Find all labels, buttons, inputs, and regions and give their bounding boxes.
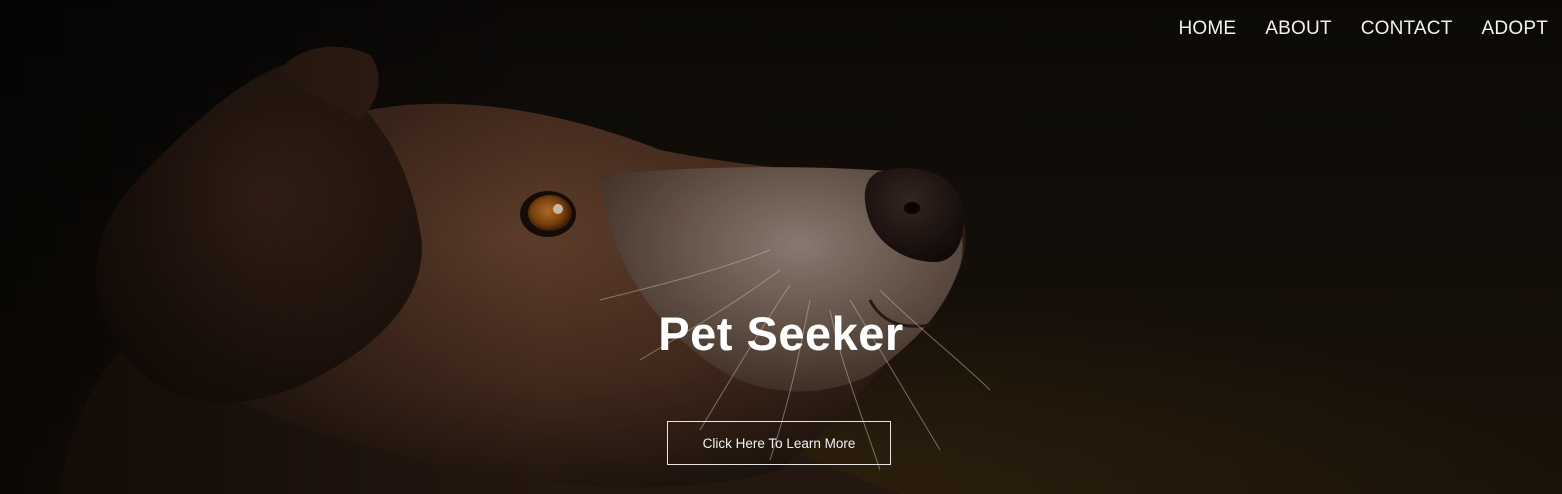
nav-item-about[interactable]: ABOUT [1265, 18, 1331, 40]
learn-more-label: Click Here To Learn More [702, 435, 856, 451]
nav-item-adopt[interactable]: ADOPT [1482, 18, 1548, 40]
hero-section: HOME ABOUT CONTACT ADOPT Pet Seeker Clic… [0, 0, 1562, 494]
learn-more-button[interactable]: Click Here To Learn More [667, 421, 891, 465]
nav-item-contact[interactable]: CONTACT [1361, 18, 1453, 40]
dog-photo [0, 0, 1562, 494]
nav-item-home[interactable]: HOME [1178, 18, 1236, 40]
top-nav: HOME ABOUT CONTACT ADOPT [1178, 18, 1548, 40]
hero-title: Pet Seeker [658, 307, 904, 360]
